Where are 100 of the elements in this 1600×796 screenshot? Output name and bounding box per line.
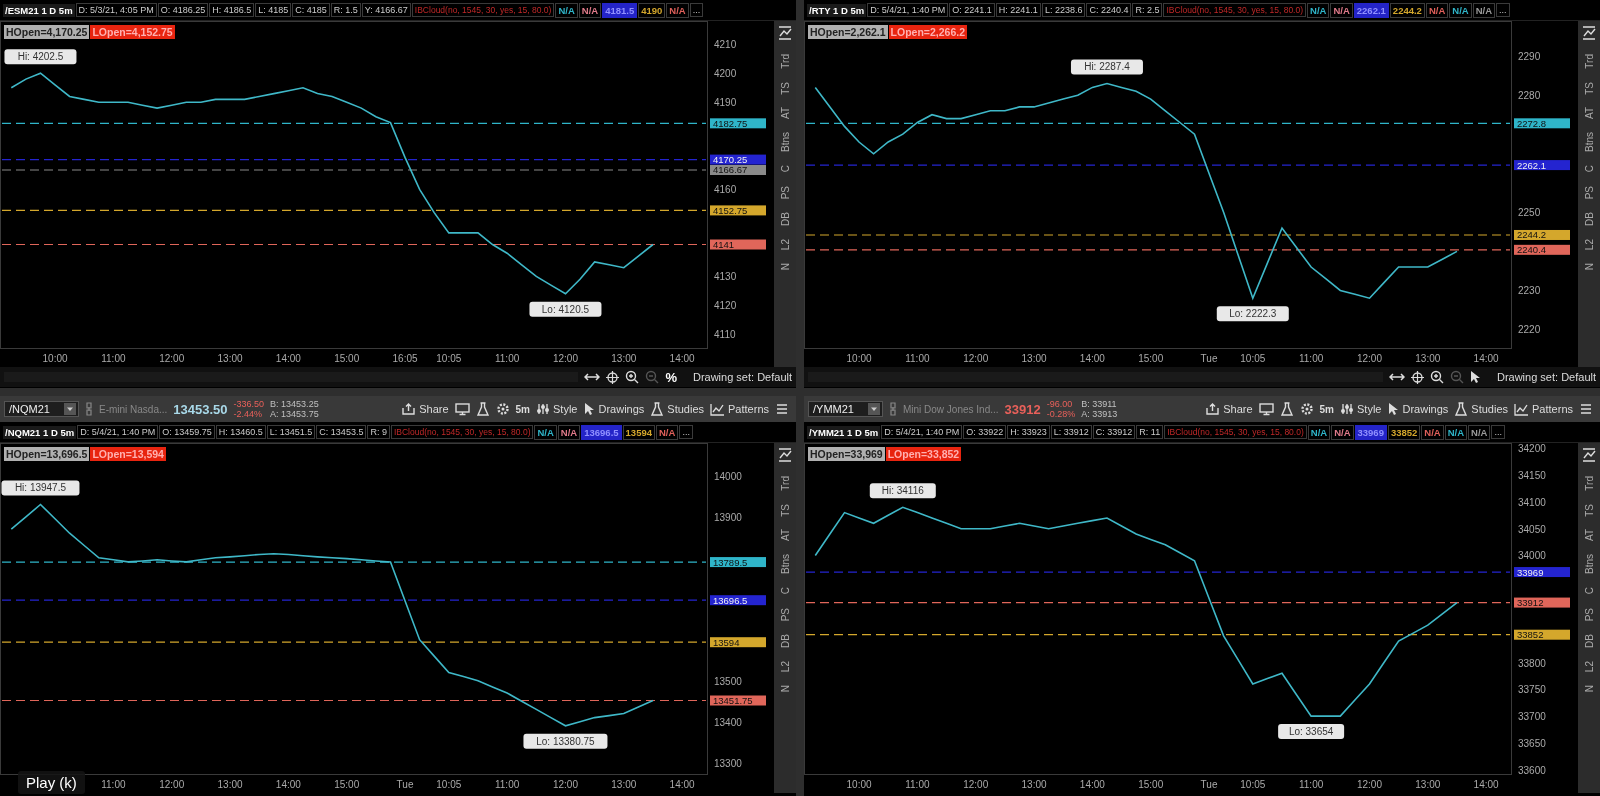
percent-toggle[interactable]: % [665, 369, 677, 385]
share-icon [401, 402, 417, 416]
link-icon[interactable] [84, 402, 93, 416]
side-tab[interactable]: C [779, 165, 791, 173]
flask-button[interactable]: Studies [647, 400, 708, 418]
interval-button[interactable]: 5m [1316, 401, 1337, 417]
side-tab[interactable]: TS [1583, 503, 1595, 517]
style-button[interactable]: Style [533, 400, 581, 418]
price-axis-label: 34050 [1518, 523, 1546, 535]
style-button[interactable]: Style [1337, 400, 1385, 418]
zoom-out-icon[interactable] [645, 370, 660, 384]
side-tab[interactable]: L2 [1583, 238, 1595, 251]
study-value: N/A [1472, 2, 1496, 18]
link-icon[interactable] [888, 402, 897, 416]
price-tag: 2272.8 [1514, 117, 1570, 129]
pointer-button[interactable]: Drawings [1384, 400, 1452, 418]
side-tab[interactable]: DB [779, 634, 791, 648]
side-tab[interactable]: TS [779, 81, 791, 95]
zoom-in-icon[interactable] [625, 370, 640, 384]
study-value: N/A [557, 424, 581, 440]
study-value: N/A [1449, 2, 1472, 18]
price-axis-label: 33700 [1518, 711, 1546, 723]
more-label[interactable]: ... [1491, 425, 1505, 439]
side-tab[interactable]: N [779, 263, 791, 271]
side-tab[interactable]: TS [779, 503, 791, 517]
time-axis-label: 13:00 [217, 779, 243, 790]
side-tab[interactable]: Btns [1583, 554, 1595, 575]
side-tab[interactable]: AT [1583, 107, 1595, 120]
side-tab[interactable]: PS [779, 185, 791, 200]
time-axis-label: 14:00 [275, 779, 301, 790]
side-tab[interactable]: DB [1583, 212, 1595, 226]
chart-style-icon[interactable] [777, 25, 793, 41]
share-button[interactable]: Share [1202, 400, 1256, 418]
side-tab[interactable]: Btns [779, 132, 791, 153]
pattern-button[interactable]: Patterns [1511, 400, 1576, 418]
time-axis-label: 10:05 [436, 353, 462, 364]
side-tab[interactable]: Trd [1583, 54, 1595, 69]
zoom-in-icon[interactable] [1429, 370, 1444, 384]
pattern-button[interactable]: Patterns [707, 400, 772, 418]
more-label[interactable]: ... [679, 425, 693, 439]
drawing-set-label[interactable]: Drawing set: Default [1496, 371, 1596, 383]
side-tab[interactable]: N [779, 685, 791, 693]
crosshair-icon[interactable] [1410, 370, 1424, 384]
ref-line-label: 2262.1 [1517, 159, 1547, 171]
time-axis-label: 13:00 [1021, 353, 1047, 364]
side-tab[interactable]: L2 [1583, 660, 1595, 673]
price-axis-label: 34150 [1518, 470, 1546, 482]
price-axis-label: 4210 [714, 39, 737, 51]
side-tab[interactable]: DB [1583, 634, 1595, 648]
price-tag: 2240.4 [1514, 244, 1570, 256]
flask-icon [1454, 402, 1469, 416]
study-value: 13594 [622, 424, 655, 440]
ref-line-label: 4152.75 [713, 204, 748, 216]
side-tab[interactable]: AT [779, 529, 791, 542]
side-tab[interactable]: L2 [779, 238, 791, 251]
time-axis-label: 12:00 [963, 779, 989, 790]
side-tab[interactable]: C [779, 587, 791, 595]
study-label: IBCloud(no, 1545, 30, yes, 15, 80.0) [1163, 3, 1307, 17]
side-tab[interactable]: Trd [779, 476, 791, 491]
drawing-set-label[interactable]: Drawing set: Default [692, 371, 792, 383]
side-tab[interactable]: N [1583, 263, 1595, 271]
side-tab[interactable]: DB [779, 212, 791, 226]
price-tag: 33852 [1514, 629, 1570, 641]
side-tab[interactable]: Trd [779, 54, 791, 69]
interval-button[interactable]: 5m [512, 401, 533, 417]
symbol-field[interactable]: /YMM21 [808, 401, 883, 417]
ref-line-label: 4166.67 [713, 164, 748, 176]
side-tab[interactable]: TS [1583, 81, 1595, 95]
side-tab[interactable]: Trd [1583, 476, 1595, 491]
side-tab[interactable]: Btns [779, 554, 791, 575]
dropdown-caret-icon[interactable] [867, 403, 880, 415]
side-tab[interactable]: L2 [779, 660, 791, 673]
side-tab[interactable]: AT [1583, 529, 1595, 542]
side-tab[interactable]: N [1583, 685, 1595, 693]
crosshair-icon[interactable] [606, 370, 620, 384]
side-tab[interactable]: PS [779, 607, 791, 622]
time-axis-label: 15:00 [334, 353, 360, 364]
symbol-field[interactable]: /NQM21 [4, 401, 79, 417]
flask-button[interactable]: Studies [1451, 400, 1512, 418]
price-callout: Lo: 33654 [1278, 724, 1345, 740]
more-label[interactable]: ... [1496, 3, 1510, 17]
side-tab[interactable]: Btns [1583, 132, 1595, 153]
side-tab[interactable]: C [1583, 587, 1595, 595]
side-tab[interactable]: C [1583, 165, 1595, 173]
more-label[interactable]: ... [689, 3, 704, 17]
chart-style-icon[interactable] [1581, 25, 1597, 41]
dropdown-caret-icon[interactable] [63, 403, 76, 415]
zoom-out-icon[interactable] [1449, 370, 1464, 384]
cursor-icon[interactable] [1469, 370, 1481, 384]
pointer-button[interactable]: Drawings [580, 400, 648, 418]
side-tab[interactable]: PS [1583, 185, 1595, 200]
side-tab[interactable]: AT [779, 107, 791, 120]
side-tab[interactable]: PS [1583, 607, 1595, 622]
study-value: N/A [656, 424, 679, 440]
pan-arrows-icon[interactable] [1388, 371, 1405, 383]
chart-style-icon[interactable] [1581, 447, 1597, 463]
chart-style-icon[interactable] [777, 447, 793, 463]
share-button[interactable]: Share [398, 400, 452, 418]
price-axis-label: 34200 [1518, 443, 1546, 455]
pan-arrows-icon[interactable] [584, 371, 601, 383]
